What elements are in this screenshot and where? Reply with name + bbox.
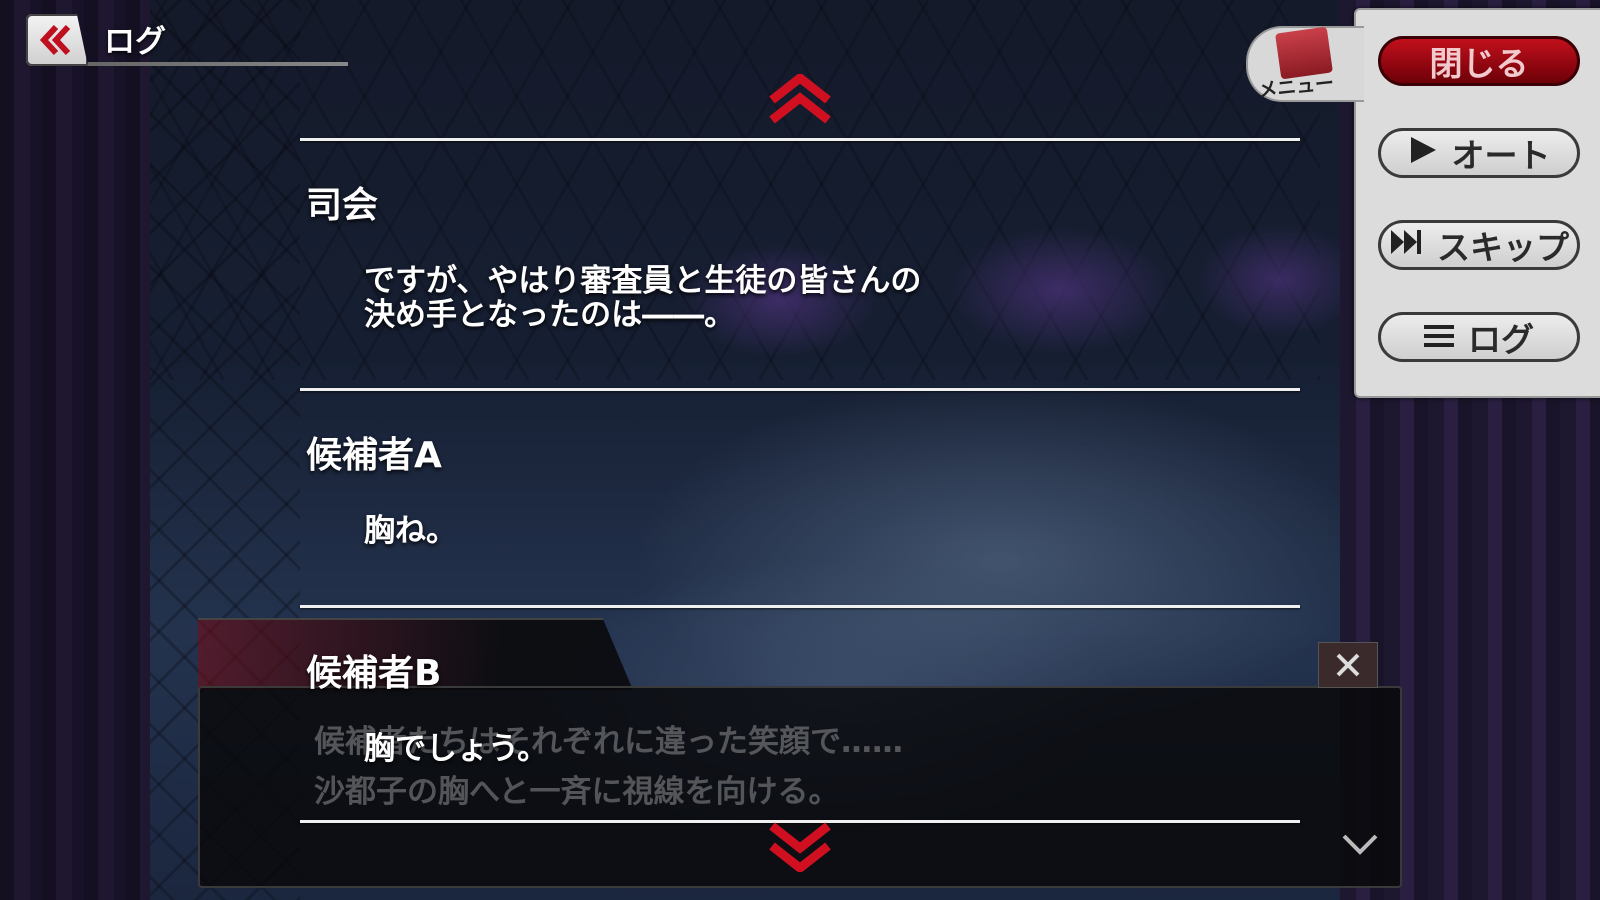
header-underline bbox=[88, 62, 348, 66]
auto-button[interactable]: オート bbox=[1378, 128, 1580, 178]
close-button[interactable]: 閉じる bbox=[1378, 36, 1580, 86]
skip-button-label: スキップ bbox=[1437, 228, 1569, 267]
auto-button-label: オート bbox=[1451, 136, 1551, 175]
chevron-down-icon bbox=[1340, 828, 1380, 862]
log-divider bbox=[300, 388, 1300, 391]
background-message-line: 沙都子の胸へと一斉に視線を向ける。 bbox=[314, 774, 840, 810]
page-title: ログ bbox=[104, 24, 166, 60]
message-window-close-button[interactable] bbox=[1318, 642, 1378, 688]
log-speaker: 司会 bbox=[306, 185, 379, 226]
scroll-up-button[interactable] bbox=[766, 72, 834, 130]
close-button-label: 閉じる bbox=[1429, 44, 1529, 83]
menu-lines-icon bbox=[1424, 318, 1454, 357]
log-button-label: ログ bbox=[1468, 320, 1534, 359]
log-message-line: 胸でしょう。 bbox=[364, 731, 549, 767]
chevron-double-left-icon bbox=[39, 24, 71, 56]
log-speaker: 候補者A bbox=[306, 435, 442, 476]
play-icon bbox=[1408, 134, 1438, 173]
fast-forward-icon bbox=[1389, 226, 1423, 265]
log-divider bbox=[300, 138, 1300, 141]
chevron-double-down-icon bbox=[769, 822, 831, 874]
log-message-line: 胸ね。 bbox=[364, 513, 457, 549]
log-speaker: 候補者B bbox=[306, 653, 442, 694]
log-divider bbox=[300, 605, 1300, 608]
skip-button[interactable]: スキップ bbox=[1378, 220, 1580, 270]
log-message-line: 決め手となったのは――。 bbox=[364, 297, 736, 333]
chevron-double-up-icon bbox=[769, 72, 831, 124]
log-message-line: ですが、やはり審査員と生徒の皆さんの bbox=[364, 263, 922, 299]
scroll-down-button[interactable] bbox=[766, 820, 834, 876]
log-button[interactable]: ログ bbox=[1378, 312, 1580, 362]
close-icon bbox=[1336, 653, 1360, 677]
